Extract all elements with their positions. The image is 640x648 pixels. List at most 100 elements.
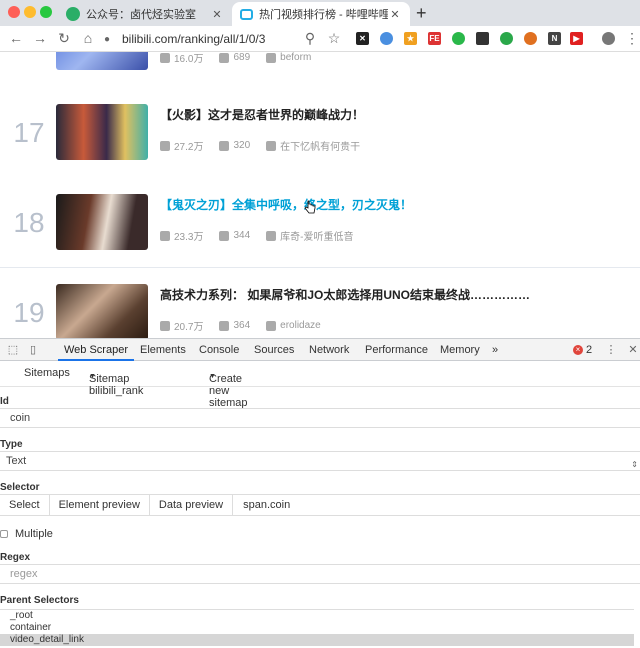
rank-number: 19 <box>13 297 45 328</box>
close-devtools-icon[interactable]: ✕ <box>626 343 640 357</box>
zoom-icon[interactable]: ⚲ <box>302 30 318 46</box>
extension-icon[interactable] <box>476 32 489 45</box>
hand-cursor-icon <box>304 200 316 214</box>
parent-selectors-label: Parent Selectors <box>0 595 79 606</box>
inspect-element-icon[interactable]: ⬚ <box>6 343 20 357</box>
devtools-menu-icon[interactable]: ⋮ <box>604 343 618 357</box>
tab-title: 热门视频排行榜 - 哔哩哔哩 (゜- <box>259 9 388 21</box>
tab-sources[interactable]: Sources <box>248 339 300 361</box>
selector-control: Select Element preview Data preview span… <box>0 494 640 516</box>
extension-icon[interactable]: FE <box>428 32 441 45</box>
video-title[interactable]: 高技术力系列： 如果屌爷和JO太郎选择用UNO结束最终战…………… <box>160 286 530 303</box>
sitemaps-link[interactable]: Sitemaps <box>24 367 70 379</box>
uploader-name[interactable]: 库奇-爱听重低音 <box>280 228 353 243</box>
danmaku-icon <box>219 140 230 151</box>
view-count: 16.0万 <box>174 54 204 65</box>
id-input[interactable]: coin <box>0 408 640 428</box>
play-count-icon <box>160 320 170 331</box>
back-arrow-icon[interactable]: ← <box>8 30 24 46</box>
extension-icon[interactable] <box>500 32 513 45</box>
tab-web-scraper[interactable]: Web Scraper <box>58 339 134 361</box>
danmaku-icon <box>219 230 230 241</box>
type-label: Type <box>0 439 23 450</box>
bookmark-star-icon[interactable]: ☆ <box>326 30 342 46</box>
multiple-checkbox-row[interactable]: Multiple <box>0 528 53 540</box>
extension-icon[interactable] <box>524 32 537 45</box>
browser-tab-strip: 公众号：卤代烃实验室 ✕ 热门视频排行榜 - 哔哩哔哩 (゜- ✕ + <box>0 0 640 26</box>
video-meta: 16.0万 689 beform <box>160 52 327 65</box>
video-thumbnail[interactable] <box>56 52 148 70</box>
ranking-row[interactable]: 18 【鬼灭之刃】全集中呼吸，终之型，刃之灭鬼！ 23.3万 344 库奇-爱听… <box>0 194 640 284</box>
play-count-icon <box>160 230 170 241</box>
select-arrows-icon: ⇕ <box>631 460 638 469</box>
tab-console[interactable]: Console <box>193 339 245 361</box>
zoom-window-button[interactable] <box>40 6 52 18</box>
play-count-icon <box>160 140 170 151</box>
extension-icon[interactable]: N <box>548 32 561 45</box>
multiple-label: Multiple <box>15 528 53 540</box>
reload-icon[interactable]: ↻ <box>56 30 72 46</box>
browser-tab-bilibili[interactable]: 热门视频排行榜 - 哔哩哔哩 (゜- ✕ <box>232 2 410 26</box>
avatar[interactable] <box>602 32 615 45</box>
select-button[interactable]: Select <box>0 495 50 515</box>
ranking-row[interactable]: 19 高技术力系列： 如果屌爷和JO太郎选择用UNO结束最终战…………… 20.… <box>0 284 640 338</box>
tab-elements[interactable]: Elements <box>134 339 192 361</box>
view-count: 20.7万 <box>174 322 204 333</box>
extension-icon[interactable] <box>380 32 393 45</box>
video-thumbnail[interactable] <box>56 284 148 338</box>
data-preview-button[interactable]: Data preview <box>150 495 234 515</box>
close-tab-icon[interactable]: ✕ <box>210 8 224 21</box>
browser-tab-wechat[interactable]: 公众号：卤代烃实验室 ✕ <box>58 2 232 26</box>
danmaku-count: 320 <box>233 140 251 151</box>
bilibili-icon <box>240 8 253 20</box>
close-tab-icon[interactable]: ✕ <box>388 8 402 21</box>
regex-input[interactable]: regex <box>0 564 640 584</box>
tab-memory[interactable]: Memory <box>434 339 486 361</box>
forward-arrow-icon[interactable]: → <box>32 30 48 46</box>
view-count: 23.3万 <box>174 232 204 243</box>
uploader-name[interactable]: beform <box>280 52 311 63</box>
tab-title: 公众号：卤代烃实验室 <box>86 9 196 21</box>
video-thumbnail[interactable] <box>56 104 148 160</box>
parent-selectors-list[interactable]: _root container video_detail_link <box>0 609 634 648</box>
uploader-icon <box>266 320 277 331</box>
view-count: 27.2万 <box>174 142 204 153</box>
close-window-button[interactable] <box>8 6 20 18</box>
tab-performance[interactable]: Performance <box>359 339 434 361</box>
parent-option[interactable]: container <box>0 622 634 634</box>
home-icon[interactable]: ⌂ <box>80 30 96 46</box>
uploader-name[interactable]: erolidaze <box>280 320 321 331</box>
extension-icon[interactable]: ✕ <box>356 32 369 45</box>
parent-option-selected[interactable]: video_detail_link <box>0 634 634 646</box>
menu-icon[interactable]: ⋮ <box>624 30 640 46</box>
wechat-icon <box>66 7 80 21</box>
video-title[interactable]: 【鬼灭之刃】全集中呼吸，终之型，刃之灭鬼！ <box>160 196 412 213</box>
caret-down-icon: ▼ <box>89 373 96 380</box>
video-title[interactable]: 【火影】这才是忍者世界的巅峰战力！ <box>160 106 364 123</box>
minimize-window-button[interactable] <box>24 6 36 18</box>
rank-number: 18 <box>13 207 45 238</box>
extension-icon[interactable]: ★ <box>404 32 417 45</box>
browser-toolbar: ← → ↻ ⌂ ● bilibili.com/ranking/all/1/0/3… <box>0 26 640 52</box>
ranking-row[interactable]: 17 【火影】这才是忍者世界的巅峰战力！ 27.2万 320 在下忆帆有何贵干 <box>0 104 640 194</box>
danmaku-icon <box>219 320 230 331</box>
tab-network[interactable]: Network <box>303 339 355 361</box>
video-meta: 23.3万 344 库奇-爱听重低音 <box>160 228 370 243</box>
video-meta: 27.2万 320 在下忆帆有何贵干 <box>160 138 376 153</box>
selector-input[interactable]: span.coin <box>233 495 290 515</box>
ranking-row[interactable]: 16.0万 689 beform <box>0 52 640 104</box>
error-counter[interactable]: × 2 <box>573 344 592 356</box>
extension-icon[interactable]: ▶ <box>570 32 583 45</box>
new-tab-button[interactable]: + <box>416 3 427 24</box>
parent-option[interactable]: _root <box>0 610 634 622</box>
extension-icon[interactable] <box>452 32 465 45</box>
more-tabs-icon[interactable]: » <box>486 339 504 361</box>
device-toolbar-icon[interactable]: ▯ <box>26 343 40 357</box>
type-select[interactable]: Text ⇕ <box>0 451 640 471</box>
type-value: Text <box>6 455 27 467</box>
id-label: Id <box>0 396 9 407</box>
video-thumbnail[interactable] <box>56 194 148 250</box>
element-preview-button[interactable]: Element preview <box>50 495 150 515</box>
uploader-name[interactable]: 在下忆帆有何贵干 <box>280 138 360 153</box>
multiple-checkbox[interactable] <box>0 530 8 538</box>
